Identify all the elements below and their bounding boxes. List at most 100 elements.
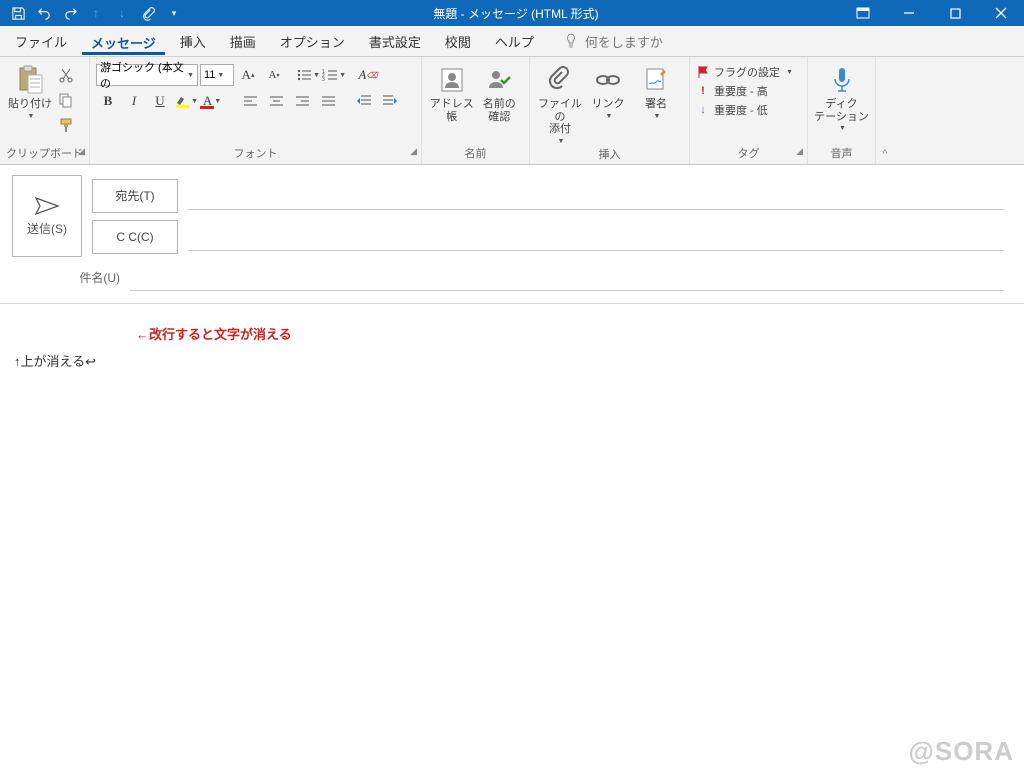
signature-icon — [640, 64, 672, 96]
titlebar: ↑ ↓ ▾ 無題 - メッセージ (HTML 形式) — [0, 0, 1024, 26]
font-family-combo[interactable]: 游ゴシック (本文の▼ — [96, 64, 198, 86]
group-label: クリップボード◢ — [6, 144, 83, 162]
link-button[interactable]: リンク ▼ — [584, 60, 632, 120]
tab-review[interactable]: 校閲 — [436, 29, 480, 54]
collapse-ribbon-icon[interactable]: ^ — [876, 57, 894, 164]
bullets-icon[interactable]: ▼ — [296, 64, 320, 86]
customize-qat-icon[interactable]: ▾ — [164, 3, 184, 23]
annotation-text: ←改行すると文字が消える — [136, 324, 1010, 343]
bold-button[interactable]: B — [96, 90, 120, 112]
decrease-indent-icon[interactable] — [352, 90, 376, 112]
attach-file-button[interactable]: ファイルの 添付 ▼ — [536, 60, 584, 145]
italic-button[interactable]: I — [122, 90, 146, 112]
group-insert: ファイルの 添付 ▼ リンク ▼ 署名 ▼ 挿入 — [530, 57, 690, 164]
cut-icon[interactable] — [54, 64, 78, 86]
tell-me-search[interactable]: 何をしますか — [563, 32, 663, 51]
to-button[interactable]: 宛先(T) — [92, 179, 178, 213]
dialog-launcher-icon[interactable]: ◢ — [796, 146, 803, 157]
tab-file[interactable]: ファイル — [6, 29, 76, 54]
window-controls — [840, 0, 1024, 26]
grow-font-icon[interactable]: A▴ — [236, 64, 260, 86]
dictate-button[interactable]: ディク テーション ▼ — [814, 60, 869, 132]
tab-insert[interactable]: 挿入 — [171, 29, 215, 54]
paste-button[interactable]: 貼り付け ▼ — [6, 60, 54, 120]
group-names: アドレス帳 名前の 確認 名前 — [422, 57, 530, 164]
check-names-button[interactable]: 名前の 確認 — [476, 60, 524, 123]
align-justify-icon[interactable] — [316, 90, 340, 112]
lightbulb-icon — [563, 33, 579, 49]
tell-me-placeholder: 何をしますか — [585, 32, 663, 51]
tab-format[interactable]: 書式設定 — [360, 29, 430, 54]
recipient-fields: 宛先(T) C C(C) — [82, 175, 1012, 257]
attach-qat-icon[interactable] — [138, 3, 158, 23]
cc-button[interactable]: C C(C) — [92, 220, 178, 254]
ribbon-display-icon[interactable] — [840, 0, 886, 26]
exclamation-icon: ! — [696, 85, 710, 97]
group-label: タグ◢ — [696, 144, 801, 162]
format-painter-icon[interactable] — [54, 114, 78, 136]
chevron-down-icon: ▼ — [558, 138, 565, 145]
to-input[interactable] — [188, 182, 1004, 210]
highlight-icon[interactable]: ▼ — [174, 90, 198, 112]
send-icon — [34, 196, 60, 216]
group-label: 音声 — [814, 144, 869, 162]
paperclip-icon — [544, 64, 576, 96]
group-label: フォント◢ — [96, 144, 415, 162]
address-book-button[interactable]: アドレス帳 — [428, 60, 476, 123]
importance-high-button[interactable]: !重要度 - 高 — [696, 83, 793, 99]
address-book-icon — [436, 64, 468, 96]
maximize-icon[interactable] — [932, 0, 978, 26]
redo-icon[interactable] — [60, 3, 80, 23]
font-color-icon[interactable]: A▼ — [200, 90, 224, 112]
undo-icon[interactable] — [34, 3, 54, 23]
quick-access-toolbar: ↑ ↓ ▾ — [0, 3, 192, 23]
cc-input[interactable] — [188, 223, 1004, 251]
group-tags: フラグの設定▼ !重要度 - 高 ↓重要度 - 低 タグ◢ — [690, 57, 808, 164]
importance-low-button[interactable]: ↓重要度 - 低 — [696, 102, 793, 118]
dialog-launcher-icon[interactable]: ◢ — [410, 146, 417, 157]
dialog-launcher-icon[interactable]: ◢ — [78, 146, 85, 157]
arrow-down-icon: ↓ — [696, 104, 710, 116]
window-title: 無題 - メッセージ (HTML 形式) — [192, 5, 840, 22]
increase-indent-icon[interactable] — [378, 90, 402, 112]
group-voice: ディク テーション ▼ 音声 — [808, 57, 876, 164]
follow-up-button[interactable]: フラグの設定▼ — [696, 64, 793, 80]
send-button[interactable]: 送信(S) — [12, 175, 82, 257]
chevron-down-icon: ▼ — [28, 113, 35, 120]
align-left-icon[interactable] — [238, 90, 262, 112]
tab-draw[interactable]: 描画 — [221, 29, 265, 54]
chevron-down-icon: ▼ — [606, 113, 613, 120]
font-size-combo[interactable]: 11▼ — [200, 64, 234, 86]
tab-help[interactable]: ヘルプ — [486, 29, 543, 54]
align-right-icon[interactable] — [290, 90, 314, 112]
flag-icon — [696, 65, 710, 79]
group-font: 游ゴシック (本文の▼ 11▼ A▴ A▾ ▼ 123▼ A⌫ B I U ▼ … — [90, 57, 422, 164]
tab-message[interactable]: メッセージ — [82, 30, 165, 55]
save-icon[interactable] — [8, 3, 28, 23]
microphone-icon — [826, 64, 858, 96]
next-icon: ↓ — [112, 3, 132, 23]
minimize-icon[interactable] — [886, 0, 932, 26]
tab-options[interactable]: オプション — [271, 29, 354, 54]
subject-label: 件名(U) — [24, 269, 130, 286]
subject-input[interactable] — [130, 263, 1004, 291]
link-icon — [592, 64, 624, 96]
check-names-icon — [483, 64, 515, 96]
align-center-icon[interactable] — [264, 90, 288, 112]
close-icon[interactable] — [978, 0, 1024, 26]
copy-icon[interactable] — [54, 89, 78, 111]
ribbon-tabs: ファイル メッセージ 挿入 描画 オプション 書式設定 校閲 ヘルプ 何をします… — [0, 26, 1024, 57]
prev-icon: ↑ — [86, 3, 106, 23]
clipboard-icon — [14, 64, 46, 96]
signature-button[interactable]: 署名 ▼ — [632, 60, 680, 120]
underline-button[interactable]: U — [148, 90, 172, 112]
clear-formatting-icon[interactable]: A⌫ — [356, 64, 380, 86]
group-label: 挿入 — [536, 145, 683, 163]
ribbon: 貼り付け ▼ クリップボード◢ 游ゴシック (本文の▼ 11▼ A▴ A▾ ▼ … — [0, 57, 1024, 165]
watermark: @SORA — [909, 736, 1014, 767]
shrink-font-icon[interactable]: A▾ — [262, 64, 286, 86]
mail-body[interactable]: ←改行すると文字が消える ↑上が消える↩ — [0, 304, 1024, 390]
svg-text:3: 3 — [322, 77, 325, 82]
compose-header: 送信(S) 宛先(T) C C(C) 件名(U) — [0, 165, 1024, 297]
numbering-icon[interactable]: 123▼ — [322, 64, 346, 86]
